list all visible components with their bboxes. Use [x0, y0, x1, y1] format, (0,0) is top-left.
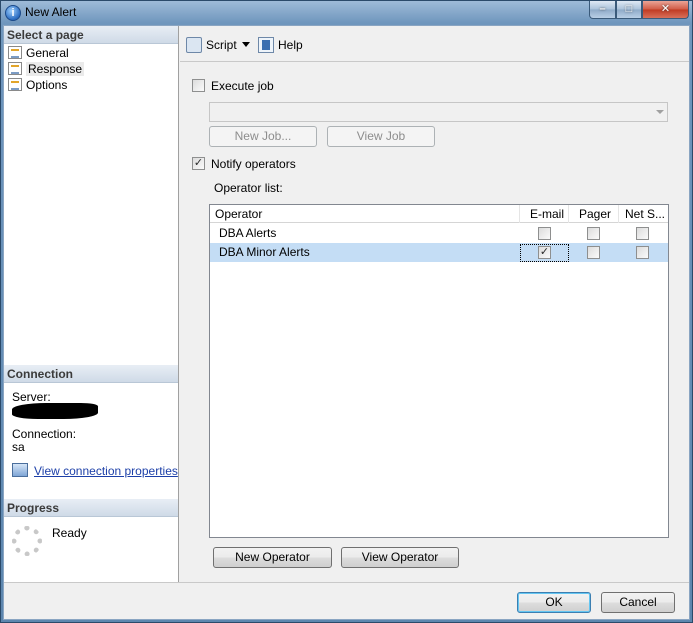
grid-header-row: Operator E-mail Pager Net S... — [210, 205, 668, 223]
connection-label: Connection: — [12, 427, 77, 441]
job-select[interactable] — [209, 102, 668, 122]
notify-operators-label: Notify operators — [211, 157, 296, 171]
view-connection-properties-link[interactable]: View connection properties — [12, 463, 178, 479]
email-checkbox[interactable] — [538, 227, 551, 240]
view-operator-button[interactable]: View Operator — [341, 547, 459, 568]
page-item-response[interactable]: Response — [8, 61, 85, 77]
operator-list-grid: Operator E-mail Pager Net S... DBA Alert… — [209, 204, 669, 538]
view-connection-properties-label: View connection properties — [34, 464, 178, 478]
pager-checkbox[interactable] — [587, 227, 600, 240]
cancel-button[interactable]: Cancel — [601, 592, 675, 613]
maximize-button[interactable]: □ — [616, 1, 642, 19]
column-header-net-send[interactable]: Net S... — [619, 205, 668, 223]
page-icon — [8, 46, 22, 59]
script-button[interactable]: Script — [186, 37, 237, 53]
column-header-operator[interactable]: Operator — [210, 205, 520, 223]
progress-header: Progress — [4, 499, 178, 517]
new-alert-window: i New Alert – □ ✕ Select a page General … — [0, 0, 693, 623]
pager-checkbox[interactable] — [587, 246, 600, 259]
page-icon — [8, 62, 22, 75]
maximize-icon: □ — [625, 3, 633, 15]
info-icon: i — [5, 5, 21, 21]
server-label: Server: — [12, 390, 51, 404]
redacted-server-name — [12, 403, 98, 419]
chevron-down-icon — [656, 110, 664, 114]
close-icon: ✕ — [660, 3, 671, 15]
connection-value: sa — [12, 440, 25, 454]
email-checkbox[interactable]: ✓ — [538, 246, 551, 259]
view-job-button[interactable]: View Job — [327, 126, 435, 147]
minimize-icon: – — [599, 3, 606, 15]
operator-list-label: Operator list: — [214, 181, 283, 195]
select-page-header: Select a page — [4, 26, 178, 44]
operator-row-dba-minor-alerts[interactable]: DBA Minor Alerts ✓ — [210, 243, 668, 262]
page-item-general[interactable]: General — [8, 45, 69, 61]
page-item-label: Response — [26, 62, 85, 76]
left-pane: Select a page General Response Options C… — [4, 26, 179, 582]
page-item-label: Options — [26, 78, 68, 92]
execute-job-checkbox[interactable] — [192, 79, 205, 92]
script-label: Script — [206, 38, 237, 52]
dialog-footer: OK Cancel — [4, 582, 689, 619]
execute-job-label: Execute job — [211, 79, 274, 93]
title-bar[interactable]: i New Alert – □ ✕ — [1, 1, 692, 25]
minimize-button[interactable]: – — [589, 1, 616, 19]
ok-button[interactable]: OK — [517, 592, 591, 613]
dialog-client-area: Select a page General Response Options C… — [3, 25, 690, 620]
toolbar: Script Help — [180, 26, 689, 62]
progress-spinner-icon — [12, 526, 42, 556]
notify-operators-checkbox[interactable]: ✓ — [192, 157, 205, 170]
progress-status: Ready — [52, 526, 87, 540]
new-operator-button[interactable]: New Operator — [213, 547, 332, 568]
help-label: Help — [278, 38, 303, 52]
page-icon — [8, 78, 22, 91]
page-item-label: General — [26, 46, 69, 60]
net-send-checkbox[interactable] — [636, 227, 649, 240]
connection-header: Connection — [4, 365, 178, 383]
page-item-options[interactable]: Options — [8, 77, 67, 93]
operator-name: DBA Minor Alerts — [219, 245, 310, 259]
help-button[interactable]: Help — [258, 37, 303, 53]
connection-properties-icon — [12, 463, 28, 477]
window-title: New Alert — [25, 5, 77, 19]
operator-name: DBA Alerts — [219, 226, 277, 240]
close-button[interactable]: ✕ — [642, 1, 689, 19]
script-icon — [186, 37, 202, 53]
net-send-checkbox[interactable] — [636, 246, 649, 259]
script-dropdown-arrow-icon[interactable] — [242, 42, 250, 47]
new-job-button[interactable]: New Job... — [209, 126, 317, 147]
column-header-email[interactable]: E-mail — [520, 205, 569, 223]
operator-row-dba-alerts[interactable]: DBA Alerts — [210, 224, 668, 243]
help-icon — [258, 37, 274, 53]
column-header-pager[interactable]: Pager — [569, 205, 619, 223]
